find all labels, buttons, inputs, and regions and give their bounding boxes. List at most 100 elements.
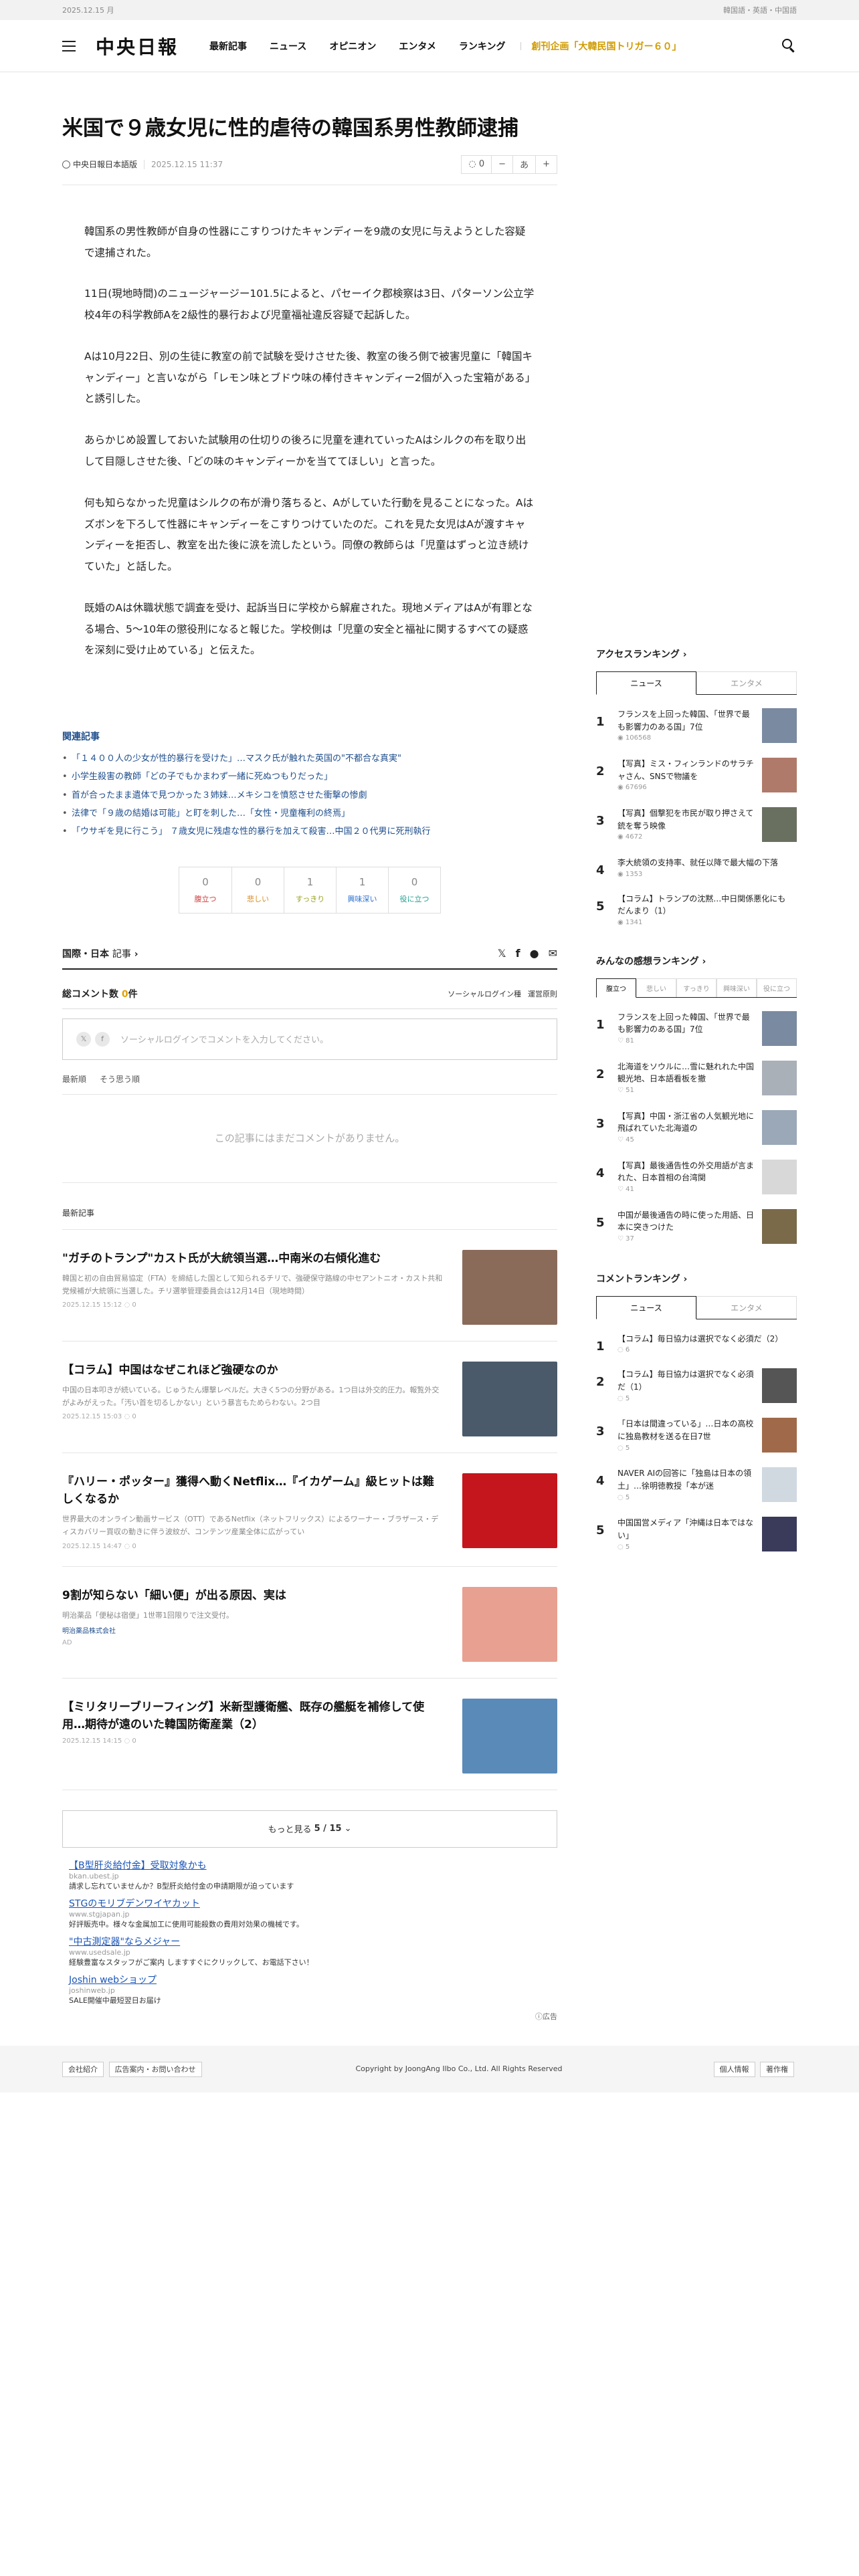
rank-item[interactable]: 5 中国国営メディア「沖縄は日本ではない」 ◌ 5 xyxy=(596,1517,797,1552)
rank-title-text[interactable]: 李大統領の支持率、就任以降で最大幅の下落 xyxy=(617,857,791,869)
rank-title-text[interactable]: 中国が最後通告の時に使った用語、日本に突きつけた xyxy=(617,1209,757,1234)
rank-thumbnail[interactable] xyxy=(762,1159,797,1194)
nav-news[interactable]: ニュース xyxy=(270,39,306,53)
rank-item[interactable]: 3 【写真】個撃犯を市民が取り押さえて銃を奪う映像 ◉ 4672 xyxy=(596,807,797,842)
rank-title-text[interactable]: 【写真】最後通告性の外交用語が言まれた、日本首相の台湾関 xyxy=(617,1160,757,1184)
rank-title-text[interactable]: 【写真】ミス・フィンランドのサラチャさん、SNSで物議を xyxy=(617,758,757,782)
reaction-button[interactable]: 0 悲しい xyxy=(231,867,284,913)
footer-company[interactable]: 会社紹介 xyxy=(62,2061,104,2077)
reaction-button[interactable]: 1 すっきり xyxy=(284,867,336,913)
reaction-button[interactable]: 1 興味深い xyxy=(336,867,388,913)
rank-item[interactable]: 4 【写真】最後通告性の外交用語が言まれた、日本首相の台湾関 ♡ 41 xyxy=(596,1159,797,1194)
facebook-login-icon[interactable]: f xyxy=(95,1031,110,1047)
rank-thumbnail[interactable] xyxy=(762,1010,797,1046)
footer-copyright[interactable]: 著作権 xyxy=(760,2061,794,2077)
ad-title[interactable]: 【B型肝炎給付金】受取対象かも xyxy=(69,1858,551,1872)
more-button[interactable]: もっと見る 5 / 15 ⌄ xyxy=(62,1810,557,1848)
nav-latest[interactable]: 最新記事 xyxy=(209,39,247,53)
rank-title-text[interactable]: 【コラム】トランプの沈黙…中日関係悪化にもだんまり（1） xyxy=(617,893,791,918)
feeling_ranking-tab[interactable]: 腹立つ xyxy=(596,978,636,998)
ad-title[interactable]: STGのモリブデンワイヤカット xyxy=(69,1897,551,1910)
rank-title-text[interactable]: 中国国営メディア「沖縄は日本ではない」 xyxy=(617,1517,757,1541)
rank-title-text[interactable]: 【コラム】毎日協力は選択でなく必須だ（2） xyxy=(617,1333,791,1346)
rank-item[interactable]: 1 フランスを上回った韓国、「世界で最も影響力のある国」7位 ♡ 81 xyxy=(596,1010,797,1046)
news-thumbnail[interactable] xyxy=(462,1473,557,1548)
language-links[interactable]: 韓国語・英語・中国語 xyxy=(723,5,797,15)
news-item[interactable]: "ガチのトランプ"カスト氏が大統領当選…中南米の右傾化進む 韓国と初の自由貿易協定… xyxy=(62,1230,557,1341)
rank-thumbnail[interactable] xyxy=(762,1208,797,1244)
feeling_ranking-tab[interactable]: 興味深い xyxy=(717,978,757,997)
feeling_ranking-title[interactable]: みんなの感想ランキング › xyxy=(596,954,797,968)
rank-item[interactable]: 3 【写真】中国・浙江省の人気観光地に飛ばれていた北海道の ♡ 45 xyxy=(596,1109,797,1145)
search-icon[interactable] xyxy=(782,39,797,53)
rank-thumbnail[interactable] xyxy=(762,1467,797,1503)
rank-item[interactable]: 4 NAVER AIの回答に「独島は日本の領土」…徐明徳教授「本が迷 ◌ 5 xyxy=(596,1467,797,1503)
font-increase-button[interactable]: + xyxy=(535,155,557,173)
nav-entertainment[interactable]: エンタメ xyxy=(399,39,436,53)
rank-item[interactable]: 5 【コラム】トランプの沈黙…中日関係悪化にもだんまり（1） ◉ 1341 xyxy=(596,893,797,926)
news-title[interactable]: 『ハリー・ポッター』獲得へ動くNetflix…『イカゲーム』級ヒットは難しくなる… xyxy=(62,1473,444,1509)
feeling_ranking-tab[interactable]: 役に立つ xyxy=(757,978,797,997)
footer-ads[interactable]: 広告案内・お問い合わせ xyxy=(108,2061,202,2077)
x-login-icon[interactable]: 𝕏 xyxy=(76,1031,91,1047)
related-link[interactable]: 法律で「９歳の結婚は可能」と盯を刺した…「女性・児童権利の終焉」 xyxy=(62,804,557,823)
rank-thumbnail[interactable] xyxy=(762,758,797,792)
rank-item[interactable]: 2 北海道をソウルに…雪に魅れれた中国観光地、日本語看板を撤 ♡ 51 xyxy=(596,1060,797,1095)
news-item[interactable]: 『ハリー・ポッター』獲得へ動くNetflix…『イカゲーム』級ヒットは難しくなる… xyxy=(62,1453,557,1567)
comment-count-button[interactable]: ◌ 0 xyxy=(462,156,491,173)
news-title[interactable]: "ガチのトランプ"カスト氏が大統領当選…中南米の右傾化進む xyxy=(62,1250,444,1267)
rank-title-text[interactable]: 北海道をソウルに…雪に魅れれた中国観光地、日本語看板を撤 xyxy=(617,1061,757,1085)
news-item[interactable]: 【コラム】中国はなぜこれほど強硬なのか 中国の日本叩きが続いている。じゅうたん爆撃… xyxy=(62,1341,557,1453)
rank-thumbnail[interactable] xyxy=(762,1517,797,1552)
news-thumbnail[interactable] xyxy=(462,1249,557,1325)
rank-item[interactable]: 2 【コラム】毎日協力は選択でなく必須だ（1） ◌ 5 xyxy=(596,1368,797,1404)
reaction-button[interactable]: 0 役に立つ xyxy=(388,867,440,913)
rank-title-text[interactable]: 【写真】個撃犯を市民が取り押さえて銃を奪う映像 xyxy=(617,807,757,832)
menu-icon[interactable] xyxy=(62,40,76,51)
text-ad[interactable]: "中古測定器"ならメジャー www.usedsale.jp 経験豊富なスタッフがご案… xyxy=(69,1935,551,1967)
rank-thumbnail[interactable] xyxy=(762,807,797,842)
email-share-icon[interactable]: ✉ xyxy=(549,947,557,960)
x-share-icon[interactable]: 𝕏 xyxy=(498,947,506,960)
related-link[interactable]: 小学生殺害の教師「どの子でもかまわず一緒に死ぬつもりだった」 xyxy=(62,768,557,786)
feeling_ranking-tab[interactable]: すっきり xyxy=(676,978,717,997)
rank-title-text[interactable]: 「日本は間違っている」…日本の高校に独島教材を送る在日7世 xyxy=(617,1418,757,1442)
related-link[interactable]: 首が合ったまま遺体で見つかった３姉妹…メキシコを憤怒させた衝撃の惨劇 xyxy=(62,786,557,805)
ad-title[interactable]: "中古測定器"ならメジャー xyxy=(69,1935,551,1948)
comment-input-box[interactable]: 𝕏 f ソーシャルログインでコメントを入力してください。 xyxy=(62,1018,557,1060)
rank-item[interactable]: 1 【コラム】毎日協力は選択でなく必須だ（2） ◌ 6 xyxy=(596,1333,797,1354)
rank-title-text[interactable]: NAVER AIの回答に「独島は日本の領土」…徐明徳教授「本が迷 xyxy=(617,1467,757,1492)
social-login-types[interactable]: ソーシャルログイン種 xyxy=(448,988,521,999)
rank-title-text[interactable]: 【写真】中国・浙江省の人気観光地に飛ばれていた北海道の xyxy=(617,1110,757,1135)
rank-item[interactable]: 5 中国が最後通告の時に使った用語、日本に突きつけた ♡ 37 xyxy=(596,1208,797,1244)
text-ad[interactable]: 【B型肝炎給付金】受取対象かも bkan.ubest.jp 請求し忘れていませんか？… xyxy=(69,1858,551,1891)
rank-thumbnail[interactable] xyxy=(762,1060,797,1095)
news-item[interactable]: 9割が知らない「細い便」が出る原因、実は 明治薬品「便秘は宿便」1世帯1回限りで注… xyxy=(62,1567,557,1679)
ads-label[interactable]: ⓘ広告 xyxy=(62,2011,557,2022)
nav-opinion[interactable]: オピニオン xyxy=(329,39,376,53)
sort-agree[interactable]: そう思う順 xyxy=(100,1073,140,1085)
rank-item[interactable]: 2 【写真】ミス・フィンランドのサラチャさん、SNSで物議を ◉ 67696 xyxy=(596,758,797,792)
related-link[interactable]: 「１４００人の少女が性的暴行を受けた」…マスク氏が触れた英国の"不都合な真実" xyxy=(62,750,557,768)
comment_ranking-tab[interactable]: エンタメ xyxy=(696,1295,797,1319)
nav-special-feature[interactable]: 創刊企画「大韓民国トリガー６０」 xyxy=(532,39,682,53)
related-link[interactable]: 「ウサギを見に行こう」 ７歳女児に残虐な性的暴行を加えて殺害…中国２０代男に死刑… xyxy=(62,823,557,841)
section-link[interactable]: 国際・日本 記事 › xyxy=(62,947,138,960)
text-ad[interactable]: STGのモリブデンワイヤカット www.stgjapan.jp 好評販売中。様々な金… xyxy=(69,1897,551,1929)
access_ranking-tab[interactable]: エンタメ xyxy=(696,671,797,694)
comment_ranking-tab[interactable]: ニュース xyxy=(596,1295,696,1319)
facebook-share-icon[interactable]: f xyxy=(516,947,520,960)
news-thumbnail[interactable] xyxy=(462,1361,557,1436)
news-advertiser[interactable]: 明治薬品株式会社 xyxy=(62,1625,444,1635)
rank-thumbnail[interactable] xyxy=(762,1109,797,1145)
news-item[interactable]: 【ミリタリーブリーフィング】米新型護衛艦、既存の艦艇を補修して使用…期待が遠のい… xyxy=(62,1679,557,1790)
access_ranking-title[interactable]: アクセスランキング › xyxy=(596,647,797,661)
sort-latest[interactable]: 最新順 xyxy=(62,1073,86,1085)
footer-privacy[interactable]: 個人情報 xyxy=(713,2061,755,2077)
reaction-button[interactable]: 0 腹立つ xyxy=(179,867,231,913)
comment_ranking-title[interactable]: コメントランキング › xyxy=(596,1272,797,1285)
rank-title-text[interactable]: フランスを上回った韓国、「世界で最も影響力のある国」7位 xyxy=(617,1011,757,1036)
rank-item[interactable]: 1 フランスを上回った韓国、「世界で最も影響力のある国」7位 ◉ 106568 xyxy=(596,708,797,743)
news-title[interactable]: 9割が知らない「細い便」が出る原因、実は xyxy=(62,1587,444,1604)
rank-title-text[interactable]: フランスを上回った韓国、「世界で最も影響力のある国」7位 xyxy=(617,708,757,733)
